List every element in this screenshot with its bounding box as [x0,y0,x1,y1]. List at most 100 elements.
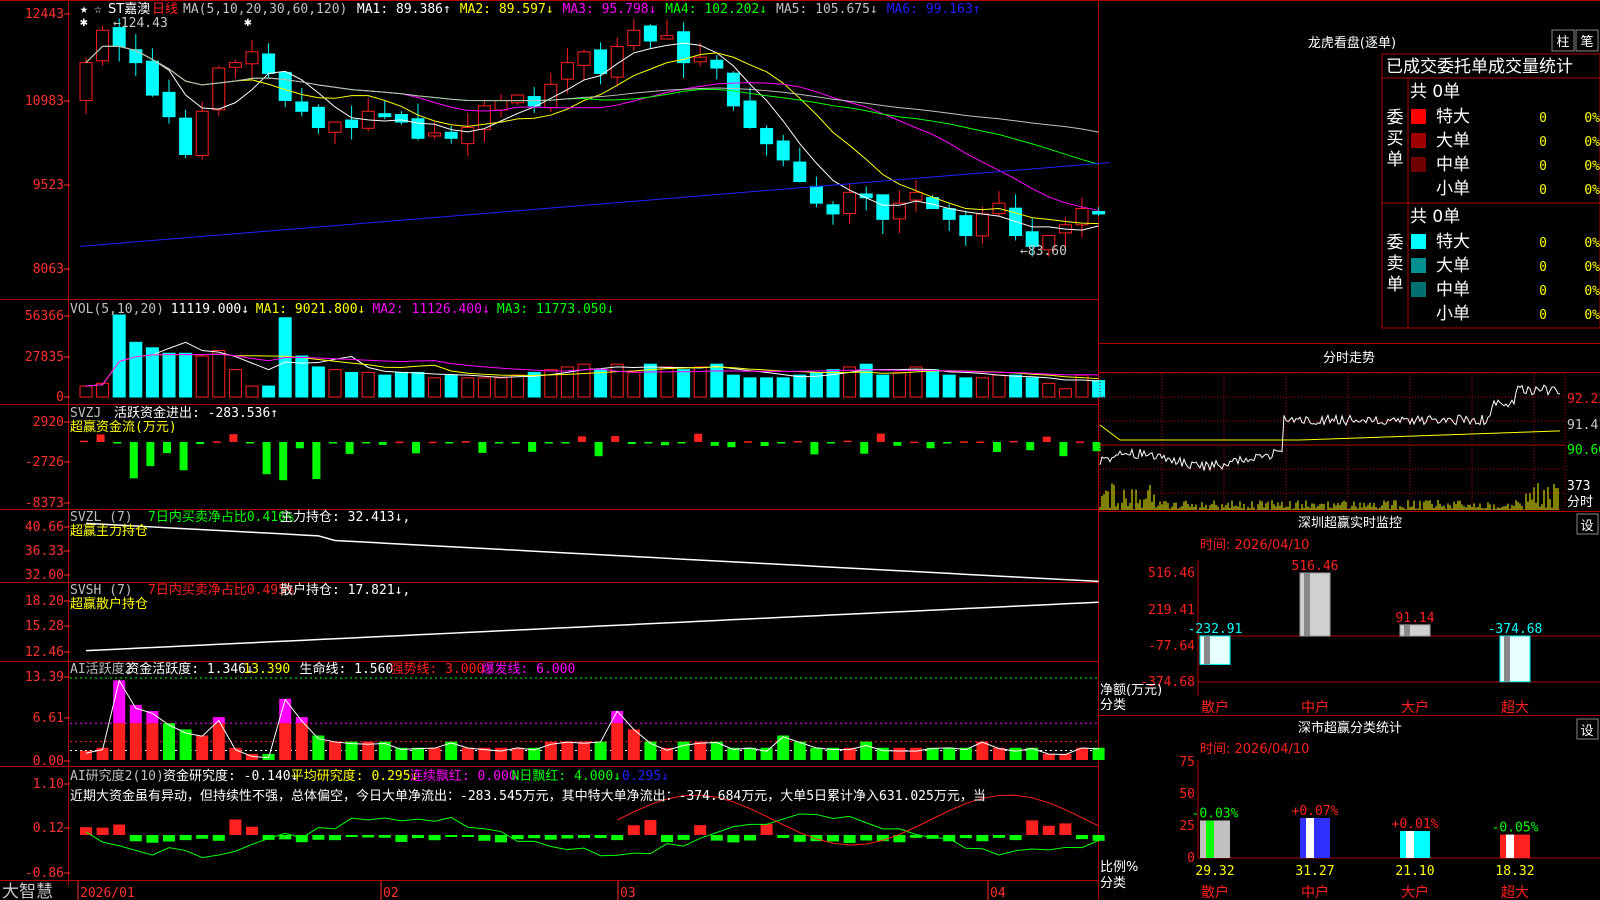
volume-bar [677,369,691,398]
svzl-chart[interactable]: SVZL (7) 7日内买卖净占比0.416%主力持仓: 32.413↓, 超赢主力… [70,509,1099,583]
candle-body [461,126,475,145]
activity-bar-top [279,698,292,724]
activity-bar [810,747,823,760]
main-canvas[interactable]: MA(5,10,20,30,60,120) MA1: 89.386↑ MA2: 89… [0,0,1600,900]
ai-research-chart[interactable]: AI研究度2(10) 资金研究度: -0.140↓平均研究度: 0.295↓连续飘… [70,768,1105,859]
candle-body [710,59,724,69]
svzj-chart[interactable]: SVZJ 活跃资金进出: -283.536↑超赢资金流(万元) [70,405,1101,481]
flow-bar [212,441,221,443]
research-bar [1076,835,1088,840]
svzj-y-tick: -8373 [25,496,64,511]
fenshi-y-tick: 90.60 [1567,443,1600,458]
monitor-value-label: 91.14 [1395,611,1434,626]
research-bar [1042,825,1055,835]
activity-bar [1042,753,1055,760]
svzj-legend-item: SVZJ [70,406,101,421]
volume-bar [892,371,906,398]
candle-body [328,121,342,133]
candle-body [1092,211,1106,215]
lhb-subtitle: 已成交委托单成交量统计 [1386,57,1573,77]
flow-bar [594,442,603,457]
activity-bar [428,747,441,760]
research-bar [611,835,624,841]
svzj-y-tick: -2726 [25,455,64,470]
brand-label: 大智慧 [2,882,53,900]
activity-bar [461,747,474,760]
volume-bar [1042,382,1056,398]
classify-title: 深市超赢分类统计 [1298,720,1402,736]
flow-bar [129,442,138,479]
ai1-legend-item: AI活跃度2 [70,661,132,677]
volume-bar [743,377,757,398]
flow-bar [578,436,586,442]
period-label[interactable]: 日线 [152,2,178,17]
order-type-label: 特大 [1436,232,1470,252]
svsh-chart[interactable]: SVSH (7) 7日内买卖净占比0.495%散户持仓: 17.821↓, 超赢散户… [70,582,1099,652]
monitor-category: 大户 [1401,699,1429,716]
volume-bar [992,374,1006,398]
candle-body [311,106,325,128]
volume-bar [461,377,475,398]
volume-bar [876,374,890,398]
right-side-panel[interactable]: 龙虎看盘(逐单) 柱笔已成交委托单成交量统计委买单委卖单共 0单共 0单特大 0 0%… [1099,29,1600,900]
tick-button-label: 笔 [1580,34,1593,50]
volume-bar [859,363,873,398]
candle-body [345,119,359,128]
svzl-legend-item: 7日内买卖净占比0.416% [148,509,294,525]
svsh-line [85,601,1099,652]
research-bar [777,835,790,838]
legend-swatch [1411,109,1426,124]
candlestick-chart[interactable]: MA(5,10,20,30,60,120) MA1: 89.386↑ MA2: 89… [79,2,1110,259]
ai1-legend-item: 资金活跃度: 1.346↓ [126,661,254,677]
volume-bar [212,350,226,398]
svsh-y-tick: 18.20 [25,594,64,609]
volume-chart[interactable]: VOL(5,10,20) 11119.000↓ MA1: 9021.800↓ MA2:… [70,302,1106,398]
order-type-label: 小单 [1436,179,1470,199]
activity-bar [1009,747,1022,760]
candle-body [809,185,823,204]
research-bar [428,835,441,841]
classify-y-tick: 50 [1179,787,1195,802]
ai-activity-chart[interactable]: AI活跃度2资金活跃度: 1.346↓13.390 生命线: 1.560强势线: … [70,661,1105,760]
flow-bar [262,442,271,475]
volume-bar [926,369,940,398]
flow-bar [627,442,636,445]
research-bar [1009,835,1022,841]
volume-bar [710,363,724,398]
flow-bar [229,434,238,442]
flow-bar [843,440,852,443]
candle-body [511,94,525,104]
classify-ylabel: 比例% [1100,860,1138,875]
flow-bar [860,442,869,454]
candle-body [477,105,491,131]
svsh-legend-item: 散户持仓: 17.821↓, [280,582,410,598]
monitor-xlabel: 分类 [1100,698,1126,713]
candle-body [594,49,608,74]
volume-bar [245,385,259,398]
volume-bar [477,377,491,398]
volume-bar [726,374,740,398]
flow-bar [710,442,719,446]
vol-legend-item: VOL(5,10,20) [70,302,164,317]
classify-bar [1400,830,1430,858]
candle-body [776,140,790,161]
sell-vertical-label: 委 [1387,233,1404,253]
research-bar [129,835,142,842]
fenshi-avg-line [1099,424,1561,441]
candle-body [793,161,807,183]
order-count: 0 [1539,135,1547,150]
flow-bar [412,442,420,454]
volume-bar [627,371,641,398]
svsh-y-tick: 12.46 [25,645,64,660]
flow-bar [295,442,304,449]
flow-bar [561,442,570,444]
research-bar [196,835,209,839]
lhb-title: 龙虎看盘(逐单) [1308,35,1396,51]
candle-body [743,100,757,128]
classify-bar-shade [1406,830,1414,858]
kline-y-tick: 8063 [33,262,64,277]
svzj-legend-item: 活跃资金进出: -283.536↑ [114,405,278,421]
research-bar [710,835,723,841]
flow-bar [760,442,769,446]
svzj-subtitle: 超赢资金流(万元) [70,419,177,435]
